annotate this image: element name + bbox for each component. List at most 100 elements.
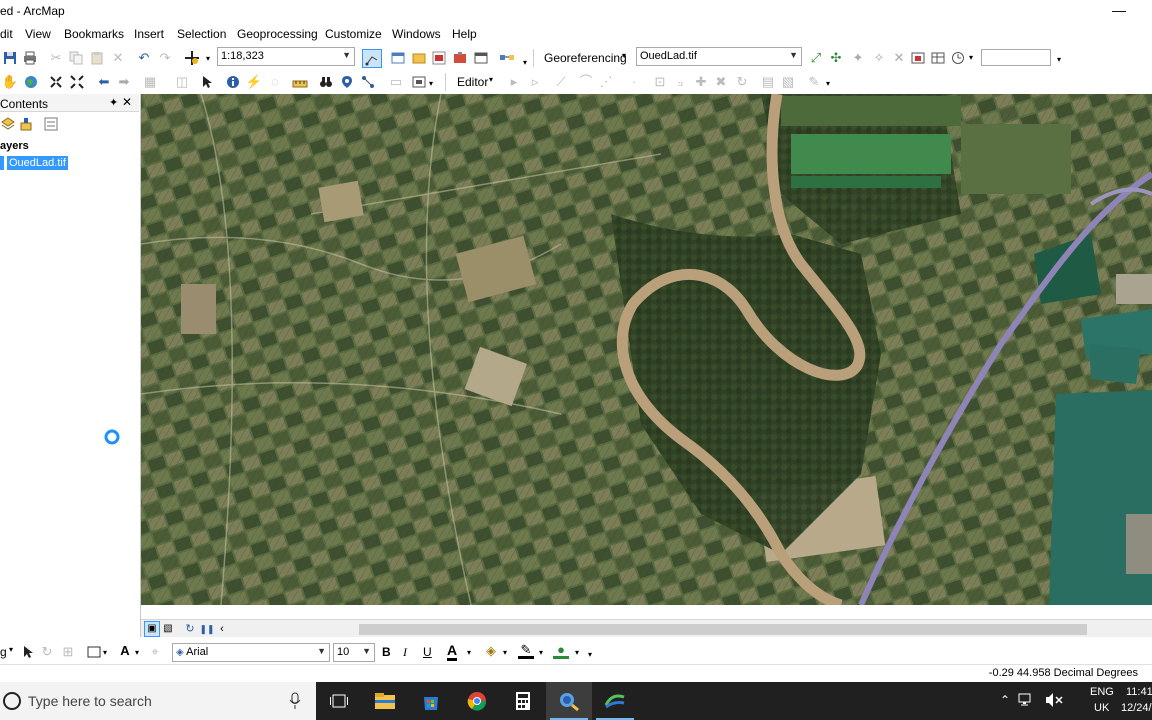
arcmap-icon[interactable] xyxy=(546,682,592,720)
pause-drawing-icon[interactable]: ❚❚ xyxy=(199,621,215,637)
delete-icon[interactable]: ✕ xyxy=(110,50,126,66)
microphone-icon[interactable] xyxy=(288,692,302,710)
menu-edit[interactable]: dit xyxy=(0,27,13,41)
toolbar-overflow-icon[interactable]: ▾ xyxy=(517,55,533,71)
link-table-icon[interactable] xyxy=(930,50,946,66)
select-elements-icon[interactable] xyxy=(20,644,36,660)
select-features-icon[interactable]: ▦ xyxy=(142,74,158,90)
pan-icon[interactable]: ✋ xyxy=(2,74,18,90)
go-to-xy-icon[interactable] xyxy=(339,74,355,90)
menu-selection[interactable]: Selection xyxy=(177,27,226,41)
fixed-zoom-in-icon[interactable] xyxy=(48,74,64,90)
horizontal-scrollbar[interactable] xyxy=(359,624,1087,635)
add-control-points-icon[interactable]: ✦ xyxy=(850,50,866,66)
drawing-menu[interactable]: g xyxy=(0,645,7,659)
clear-selection-icon[interactable]: ◫ xyxy=(174,74,190,90)
georeferencing-menu[interactable]: Georeferencing xyxy=(544,51,627,65)
drawing-dropdown-icon[interactable]: ▾ xyxy=(9,645,13,654)
editor-sketch-icon[interactable] xyxy=(362,49,382,68)
rotate-icon[interactable]: ⤢ xyxy=(808,50,824,66)
toolbar-overflow-icon[interactable]: ▾ xyxy=(1057,55,1061,64)
store-icon[interactable] xyxy=(408,682,454,720)
menu-view[interactable]: View xyxy=(25,27,51,41)
edit-annotation-icon[interactable]: ▹ xyxy=(527,74,543,90)
refresh-icon[interactable]: ↻ xyxy=(182,621,198,637)
volume-muted-icon[interactable] xyxy=(1045,692,1063,708)
line-color-dropdown-icon[interactable]: ▾ xyxy=(539,648,543,657)
italic-button[interactable]: I xyxy=(403,645,407,660)
back-icon[interactable]: ⬅ xyxy=(96,74,112,90)
list-by-drawing-order-icon[interactable] xyxy=(0,116,16,132)
edit-tool-icon[interactable]: ▸ xyxy=(506,74,522,90)
undo-icon[interactable]: ↶ xyxy=(136,50,152,66)
rectangle-icon[interactable] xyxy=(86,644,102,660)
calculator-icon[interactable] xyxy=(500,682,546,720)
add-data-icon[interactable] xyxy=(184,50,200,66)
python-window-icon[interactable] xyxy=(473,50,489,66)
font-size-combo[interactable]: 10 ▼ xyxy=(333,643,375,662)
delete-link-icon[interactable]: ✕ xyxy=(891,50,907,66)
hyperlink-icon[interactable]: ⚡ xyxy=(246,74,262,90)
fill-color-dropdown-icon[interactable]: ▾ xyxy=(503,648,507,657)
time-slider-icon[interactable] xyxy=(950,50,966,66)
time-window-icon[interactable]: ▭ xyxy=(388,74,404,90)
font-color-dropdown-icon[interactable]: ▾ xyxy=(467,648,471,657)
editor-menu[interactable]: Editor xyxy=(457,75,488,89)
save-icon[interactable] xyxy=(2,50,18,66)
marker-color-dropdown-icon[interactable]: ▾ xyxy=(575,648,579,657)
convert-graphics-icon[interactable]: ⌖ xyxy=(147,644,163,660)
split-icon[interactable]: ✖ xyxy=(713,74,729,90)
task-view-icon[interactable] xyxy=(316,682,362,720)
copy-icon[interactable] xyxy=(68,50,84,66)
clock-time[interactable]: 11:41 xyxy=(1126,686,1152,698)
straight-segment-icon[interactable]: ⟋ xyxy=(553,74,569,90)
find-icon[interactable] xyxy=(318,74,334,90)
pin-icon[interactable]: ✦ xyxy=(109,96,118,109)
select-link-icon[interactable]: ✧ xyxy=(871,50,887,66)
redo-icon[interactable]: ↷ xyxy=(157,50,173,66)
text-dropdown-icon[interactable]: ▾ xyxy=(135,648,139,657)
attributes-icon[interactable]: ▤ xyxy=(760,74,776,90)
new-text-icon[interactable]: A xyxy=(117,643,133,659)
globe-icon[interactable] xyxy=(23,74,39,90)
editor-dropdown-icon[interactable]: ▾ xyxy=(489,75,493,84)
menu-bookmarks[interactable]: Bookmarks xyxy=(64,27,124,41)
bold-button[interactable]: B xyxy=(382,645,391,659)
network-icon[interactable] xyxy=(1018,692,1034,708)
scroll-left-icon[interactable]: ‹ xyxy=(214,621,230,637)
html-popup-icon[interactable]: ◌ xyxy=(267,74,283,90)
rectangle-dropdown-icon[interactable]: ▾ xyxy=(103,648,107,657)
menu-help[interactable]: Help xyxy=(452,27,477,41)
cut-polygons-icon[interactable]: ✚ xyxy=(693,74,709,90)
chrome-icon[interactable] xyxy=(454,682,500,720)
data-view-icon[interactable]: ▣ xyxy=(144,621,160,637)
georef-layer-combo[interactable]: OuedLad.tif ▼ xyxy=(636,47,802,66)
georef-search-input[interactable] xyxy=(981,49,1051,66)
menu-geoprocessing[interactable]: Geoprocessing xyxy=(237,27,318,41)
show-hidden-icons-icon[interactable]: ⌃ xyxy=(1000,693,1010,707)
rotate-edit-icon[interactable]: ↻ xyxy=(734,74,750,90)
layer-item-oued-lad[interactable]: OuedLad.tif xyxy=(6,155,69,171)
forward-icon[interactable]: ➡ xyxy=(116,74,132,90)
measure-icon[interactable] xyxy=(292,74,308,90)
scale-combo[interactable]: 1:18,323 ▼ xyxy=(217,47,355,66)
reshape-icon[interactable]: ⟓ xyxy=(672,74,688,90)
catalog-icon[interactable] xyxy=(411,50,427,66)
layout-view-icon[interactable]: ▧ xyxy=(160,621,176,637)
trace-icon[interactable]: ⋰ xyxy=(598,74,614,90)
cut-icon[interactable]: ✂ xyxy=(48,50,64,66)
language-indicator[interactable]: ENG xyxy=(1090,686,1114,698)
underline-button[interactable]: U xyxy=(423,645,432,659)
route-icon[interactable] xyxy=(360,74,376,90)
search-window-icon[interactable] xyxy=(431,50,447,66)
zoom-to-selected-icon[interactable]: ⊞ xyxy=(60,644,76,660)
layer-checkbox[interactable] xyxy=(0,156,4,170)
toolbar-overflow-icon[interactable]: ▾ xyxy=(588,650,592,659)
add-data-dropdown-icon[interactable]: ▾ xyxy=(200,51,216,67)
viewer-icon[interactable] xyxy=(910,50,926,66)
full-extent-icon[interactable] xyxy=(69,74,85,90)
windows-start-icon[interactable] xyxy=(2,691,22,711)
taskbar-search-box[interactable]: Type here to search xyxy=(0,682,316,720)
line-color-icon[interactable]: ✎ xyxy=(518,642,534,659)
viewer-dropdown-icon[interactable]: ▾ xyxy=(429,79,433,88)
